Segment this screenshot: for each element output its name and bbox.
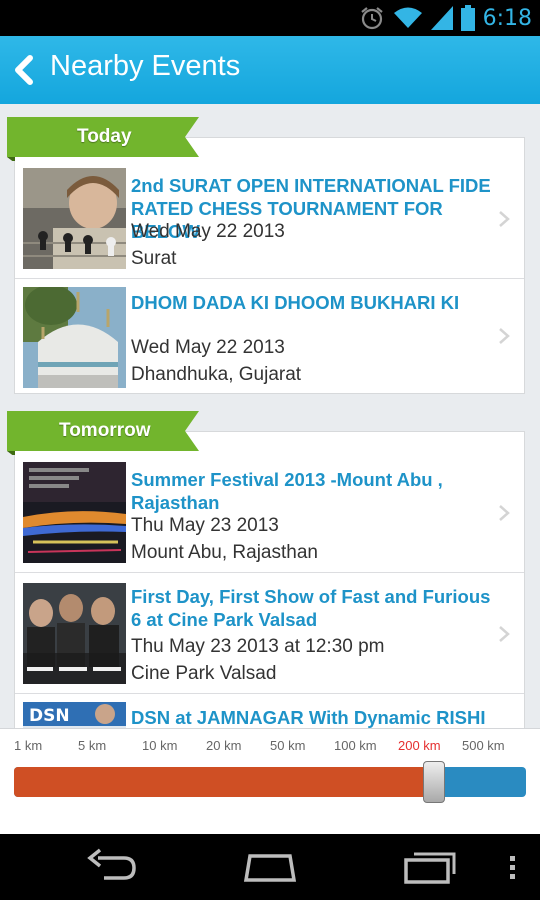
distance-label[interactable]: 10 km [142,738,177,753]
event-title: First Day, First Show of Fast and Furiou… [131,586,491,630]
event-card[interactable]: First Day, First Show of Fast and Furiou… [15,572,524,693]
wifi-icon [393,7,422,28]
event-thumbnail [23,168,126,269]
back-icon[interactable] [86,846,140,888]
event-location: Mount Abu, Rajasthan [131,542,318,563]
page-title: Nearby Events [50,50,241,82]
distance-slider-track[interactable] [14,767,526,797]
chevron-right-icon [499,505,510,521]
event-thumbnail: DSN [23,702,126,730]
event-title: DHOM DADA KI DHOOM BUKHARI KI [131,292,460,313]
distance-label[interactable]: 100 km [334,738,377,753]
event-thumbnail [23,462,126,563]
event-location: Cine Park Valsad [131,663,277,684]
event-date: Wed May 22 2013 [131,337,285,358]
event-card[interactable]: DHOM DADA KI DHOOM BUKHARI KI Wed May 22… [15,278,524,393]
navigation-bar [0,834,540,900]
event-location: Surat [131,248,177,269]
status-clock: 6:18 [482,5,532,31]
event-location: Dhandhuka, Gujarat [131,364,302,385]
distance-label[interactable]: 1 km [14,738,42,753]
chevron-right-icon [499,328,510,344]
event-card[interactable]: DSN DSN at JAMNAGAR With Dynamic RISHI [15,693,524,730]
battery-icon [460,5,475,31]
event-title: Summer Festival 2013 -Mount Abu , Rajast… [131,469,443,513]
status-bar: 6:18 [0,0,540,36]
event-thumbnail [23,287,126,388]
chevron-right-icon [499,626,510,642]
section-tomorrow: Summer Festival 2013 -Mount Abu , Rajast… [14,431,525,730]
action-bar: Nearby Events [0,36,540,104]
recent-apps-icon[interactable] [402,846,458,888]
event-date: Thu May 23 2013 at 12:30 pm [131,636,385,657]
signal-icon [430,6,453,30]
alarm-icon [360,7,383,30]
section-label: Today [77,126,132,147]
distance-slider-fill [14,767,434,797]
distance-filter-panel: 1 km 5 km 10 km 20 km 50 km 100 km 200 k… [0,728,540,834]
section-label-today: Today [7,117,199,161]
section-today: 2nd SURAT OPEN INTERNATIONAL FIDE RATED … [14,137,525,394]
back-button[interactable] [4,44,48,96]
chevron-right-icon [499,211,510,227]
events-list[interactable]: 2nd SURAT OPEN INTERNATIONAL FIDE RATED … [0,104,540,730]
distance-slider-handle[interactable] [422,761,445,803]
distance-label[interactable]: 20 km [206,738,241,753]
distance-label[interactable]: 50 km [270,738,305,753]
event-thumbnail [23,583,126,684]
distance-label-selected[interactable]: 200 km [398,738,441,753]
section-label: Tomorrow [59,420,151,441]
event-date: Thu May 23 2013 [131,515,279,536]
section-label-tomorrow: Tomorrow [7,411,199,455]
home-icon[interactable] [242,846,298,888]
distance-label[interactable]: 5 km [78,738,106,753]
svg-text:DSN: DSN [29,706,70,726]
distance-label[interactable]: 500 km [462,738,505,753]
overflow-menu-icon[interactable] [508,846,518,888]
event-date: Wed May 22 2013 [131,221,285,242]
event-title: DSN at JAMNAGAR With Dynamic RISHI [131,707,486,728]
chevron-left-icon [15,55,33,85]
